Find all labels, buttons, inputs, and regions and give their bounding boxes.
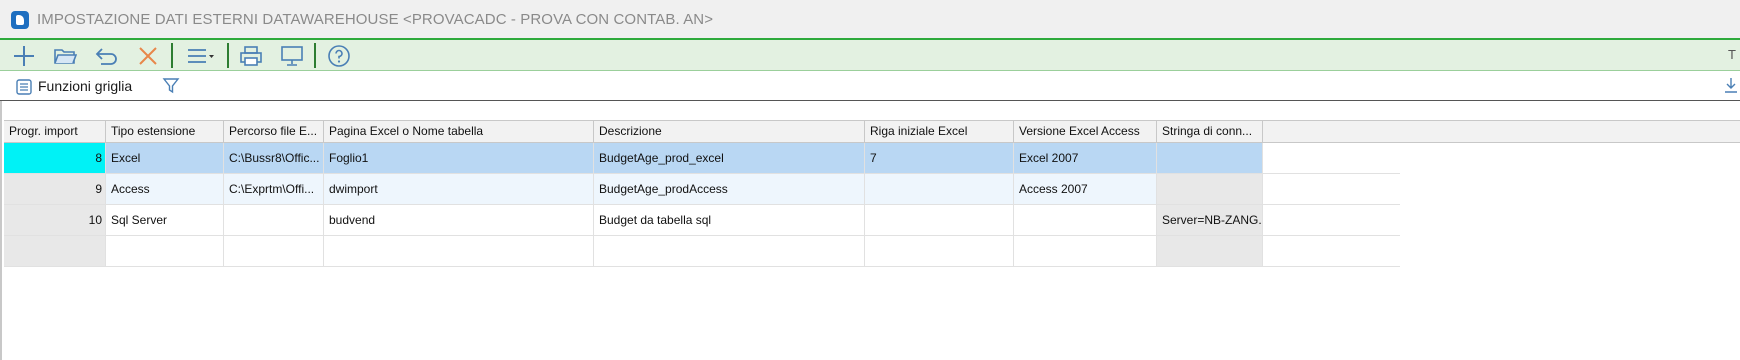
table-row[interactable]: 10 Sql Server budvend Budget da tabella … — [4, 205, 1400, 236]
table-row[interactable]: 9 Access C:\Exprtm\Offi... dwimport Budg… — [4, 174, 1400, 205]
download-icon[interactable] — [1724, 77, 1738, 93]
table-cell[interactable]: 8 — [4, 143, 106, 173]
table-cell[interactable] — [1014, 236, 1157, 266]
print-icon — [240, 46, 262, 66]
toolbar-overflow-label[interactable]: T — [1728, 47, 1736, 62]
column-header[interactable]: Progr. import — [4, 121, 106, 142]
table-cell[interactable]: 10 — [4, 205, 106, 235]
column-header[interactable]: Descrizione — [594, 121, 865, 142]
app-logo-icon — [11, 11, 29, 29]
table-cell[interactable]: Foglio1 — [324, 143, 594, 173]
table-cell[interactable] — [1014, 205, 1157, 235]
list-icon — [16, 79, 32, 95]
column-header[interactable]: Percorso file E... — [224, 121, 324, 142]
table-cell[interactable]: Excel — [106, 143, 224, 173]
add-button[interactable] — [7, 42, 41, 70]
table-cell[interactable] — [106, 236, 224, 266]
table-cell[interactable] — [865, 236, 1014, 266]
undo-icon — [95, 48, 117, 65]
table-cell[interactable] — [224, 236, 324, 266]
undo-button[interactable] — [90, 42, 124, 70]
column-header[interactable]: Pagina Excel o Nome tabella — [324, 121, 594, 142]
table-cell[interactable]: Server=NB-ZANG... — [1157, 205, 1263, 235]
grid-functions-button[interactable]: Funzioni griglia — [38, 78, 132, 94]
monitor-icon — [281, 46, 303, 66]
menu-dropdown-button[interactable] — [181, 42, 221, 70]
table-cell[interactable]: Access — [106, 174, 224, 204]
print-button[interactable] — [234, 42, 268, 70]
table-cell[interactable] — [594, 236, 865, 266]
grid-functions-bar: Funzioni griglia — [0, 71, 1740, 101]
cancel-button[interactable] — [131, 42, 165, 70]
table-row[interactable]: 8 Excel C:\Bussr8\Offic... Foglio1 Budge… — [4, 143, 1400, 174]
preview-button[interactable] — [275, 42, 309, 70]
toolbar-separator — [171, 43, 173, 68]
table-row-new[interactable] — [4, 236, 1400, 267]
table-cell[interactable]: Sql Server — [106, 205, 224, 235]
close-x-icon — [139, 47, 157, 65]
table-cell[interactable] — [324, 236, 594, 266]
menu-icon — [188, 49, 214, 63]
help-button[interactable] — [322, 42, 356, 70]
open-folder-icon — [54, 49, 77, 64]
table-cell[interactable]: 7 — [865, 143, 1014, 173]
table-cell[interactable]: C:\Exprtm\Offi... — [224, 174, 324, 204]
table-cell[interactable] — [224, 205, 324, 235]
table-cell[interactable] — [1157, 174, 1263, 204]
grid-header: Progr. import Tipo estensione Percorso f… — [4, 120, 1740, 143]
title-bar: IMPOSTAZIONE DATI ESTERNI DATAWAREHOUSE … — [0, 0, 1740, 38]
table-cell[interactable]: BudgetAge_prod_excel — [594, 143, 865, 173]
table-cell[interactable] — [1157, 236, 1263, 266]
toolbar: T — [0, 38, 1740, 71]
table-cell[interactable]: 9 — [4, 174, 106, 204]
filter-icon[interactable] — [162, 77, 180, 95]
table-cell[interactable]: Budget da tabella sql — [594, 205, 865, 235]
table-cell[interactable] — [1157, 143, 1263, 173]
help-icon — [328, 45, 350, 67]
table-cell[interactable] — [865, 205, 1014, 235]
table-cell[interactable]: Access 2007 — [1014, 174, 1157, 204]
table-cell[interactable]: Excel 2007 — [1014, 143, 1157, 173]
window-title: IMPOSTAZIONE DATI ESTERNI DATAWAREHOUSE … — [37, 11, 714, 28]
column-header[interactable]: Versione Excel Access — [1014, 121, 1157, 142]
column-header[interactable]: Tipo estensione — [106, 121, 224, 142]
toolbar-separator — [227, 43, 229, 68]
add-icon — [14, 46, 34, 66]
toolbar-separator — [314, 43, 316, 68]
table-cell[interactable]: dwimport — [324, 174, 594, 204]
table-cell[interactable]: budvend — [324, 205, 594, 235]
column-header[interactable]: Stringa di conn... — [1157, 121, 1263, 142]
open-button[interactable] — [48, 42, 82, 70]
table-cell[interactable] — [865, 174, 1014, 204]
window-frame-edge — [0, 101, 2, 360]
table-cell[interactable]: C:\Bussr8\Offic... — [224, 143, 324, 173]
column-header[interactable]: Riga iniziale Excel — [865, 121, 1014, 142]
table-cell[interactable] — [4, 236, 106, 266]
table-cell[interactable]: BudgetAge_prodAccess — [594, 174, 865, 204]
